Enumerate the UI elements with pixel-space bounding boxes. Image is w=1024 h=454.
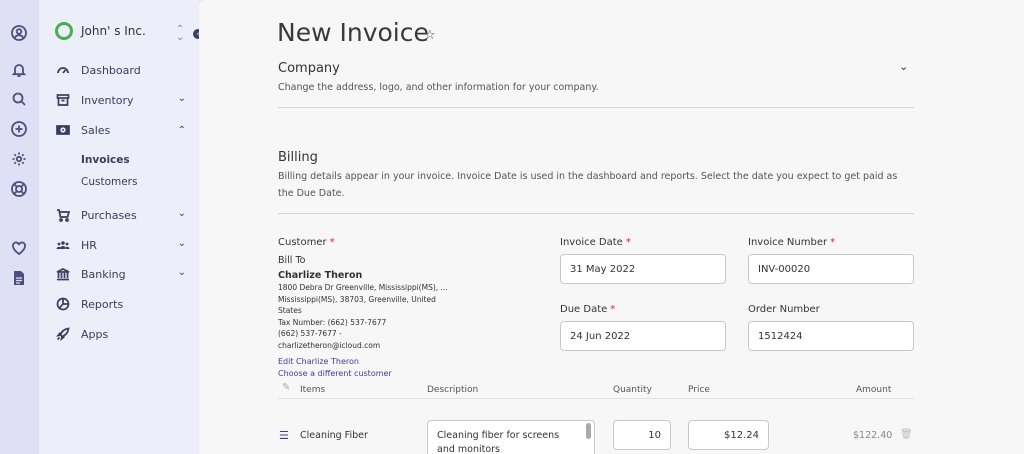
- sidebar: John' s Inc. ⌃ ⌄ Dashboard Inventory ⌄ Sa…: [39, 0, 199, 454]
- selector-arrows-icon[interactable]: ⌃ ⌄: [176, 25, 184, 43]
- star-icon[interactable]: ☆: [424, 28, 436, 43]
- column-header-quantity: Quantity: [613, 385, 652, 395]
- bank-icon: [56, 267, 70, 281]
- customer-address-line: 1800 Debra Dr Greenville, Mississippi(MS…: [278, 283, 448, 292]
- divider: [278, 213, 914, 214]
- sidebar-item-hr[interactable]: HR ⌄: [56, 238, 186, 252]
- sidebar-subitem-invoices[interactable]: Invoices: [81, 154, 130, 166]
- pie-chart-icon: [56, 297, 70, 311]
- sidebar-item-reports[interactable]: Reports: [56, 297, 186, 311]
- column-header-items: Items: [300, 385, 326, 395]
- sidebar-item-label: Reports: [81, 297, 124, 311]
- invoice-number-input[interactable]: INV-00020: [748, 254, 914, 284]
- company-name: John' s Inc.: [81, 24, 146, 38]
- archive-box-icon: [56, 93, 70, 107]
- pencil-icon: ✎: [282, 382, 291, 393]
- page-title: New Invoice: [277, 18, 429, 47]
- invoice-date-input[interactable]: 31 May 2022: [560, 254, 726, 284]
- sidebar-item-label: Purchases: [81, 208, 137, 222]
- column-header-amount: Amount: [856, 385, 892, 395]
- column-header-description: Description: [427, 385, 479, 395]
- heart-icon[interactable]: [10, 239, 28, 257]
- customer-name: Charlize Theron: [278, 270, 363, 281]
- plus-circle-icon[interactable]: [10, 120, 28, 138]
- lifebuoy-icon[interactable]: [10, 180, 28, 198]
- document-icon[interactable]: [10, 269, 28, 287]
- due-date-label: Due Date *: [560, 304, 616, 315]
- company-switcher[interactable]: John' s Inc.: [55, 22, 146, 40]
- drag-handle-icon[interactable]: ☰: [279, 429, 289, 442]
- chevron-down-icon: ⌄: [177, 208, 186, 219]
- search-icon[interactable]: [10, 90, 28, 108]
- sidebar-item-label: Inventory: [81, 93, 134, 107]
- item-name[interactable]: Cleaning Fiber: [300, 430, 368, 441]
- column-header-price: Price: [688, 385, 710, 395]
- choose-customer-link[interactable]: Choose a different customer: [278, 369, 392, 378]
- customer-label: Customer *: [278, 237, 335, 248]
- sidebar-item-label: Dashboard: [81, 63, 141, 77]
- icon-rail: [0, 0, 39, 454]
- customer-address-line: States: [278, 306, 302, 315]
- trash-icon[interactable]: 🗑: [900, 429, 913, 440]
- chevron-up-icon: ⌃: [177, 125, 186, 136]
- scrollbar[interactable]: [586, 423, 591, 439]
- chevron-down-icon[interactable]: ⌄: [899, 60, 908, 73]
- bill-to-label: Bill To: [278, 255, 306, 266]
- divider: [278, 107, 914, 108]
- chevron-down-icon: ⌄: [177, 267, 186, 278]
- user-circle-icon[interactable]: [10, 24, 28, 42]
- sidebar-item-label: Banking: [81, 267, 126, 281]
- customer-phone: (662) 537-7677 -: [278, 329, 342, 338]
- sidebar-item-banking[interactable]: Banking ⌄: [56, 267, 186, 281]
- due-date-input[interactable]: 24 Jun 2022: [560, 321, 726, 351]
- order-number-label: Order Number: [748, 304, 820, 315]
- main-content: New Invoice ☆ Company ⌄ Change the addre…: [199, 0, 1024, 454]
- cart-icon: [56, 208, 70, 222]
- edit-customer-link[interactable]: Edit Charlize Theron: [278, 357, 359, 366]
- sidebar-item-dashboard[interactable]: Dashboard: [56, 63, 186, 77]
- sidebar-subitem-customers[interactable]: Customers: [81, 176, 137, 188]
- item-price-input[interactable]: $12.24: [688, 420, 769, 450]
- bell-icon[interactable]: [10, 61, 28, 79]
- invoice-number-label: Invoice Number *: [748, 237, 836, 248]
- people-icon: [56, 238, 70, 252]
- order-number-input[interactable]: 1512424: [748, 321, 914, 351]
- customer-address-line: Mississippi(MS), 38703, Greenville, Unit…: [278, 295, 436, 304]
- billing-section-title: Billing: [278, 150, 318, 165]
- sidebar-item-label: Apps: [81, 327, 109, 341]
- item-amount: $122.40: [853, 430, 893, 441]
- money-icon: [56, 123, 70, 137]
- customer-tax-number: Tax Number: (662) 537-7677: [278, 318, 387, 327]
- sidebar-item-purchases[interactable]: Purchases ⌄: [56, 208, 186, 222]
- company-section-title: Company: [278, 61, 340, 76]
- sidebar-item-sales[interactable]: Sales ⌃: [56, 123, 186, 137]
- sidebar-item-label: Sales: [81, 123, 111, 137]
- divider: [278, 398, 914, 399]
- customer-email: charlizetheron@icloud.com: [278, 341, 381, 350]
- company-logo-icon: [55, 22, 73, 40]
- item-description-textarea[interactable]: Cleaning fiber for screens and monitors: [427, 420, 595, 454]
- item-quantity-input[interactable]: 10: [613, 420, 671, 450]
- sidebar-item-inventory[interactable]: Inventory ⌄: [56, 93, 186, 107]
- company-section-description: Change the address, logo, and other info…: [278, 82, 599, 93]
- sidebar-item-label: HR: [81, 238, 97, 252]
- gauge-icon: [56, 63, 70, 77]
- rocket-icon: [56, 327, 70, 341]
- chevron-down-icon: ⌄: [177, 238, 186, 249]
- chevron-down-icon: ⌄: [177, 93, 186, 104]
- billing-section-description: Billing details appear in your invoice. …: [278, 171, 898, 199]
- sidebar-item-apps[interactable]: Apps: [56, 327, 186, 341]
- invoice-date-label: Invoice Date *: [560, 237, 631, 248]
- gear-icon[interactable]: [10, 150, 28, 168]
